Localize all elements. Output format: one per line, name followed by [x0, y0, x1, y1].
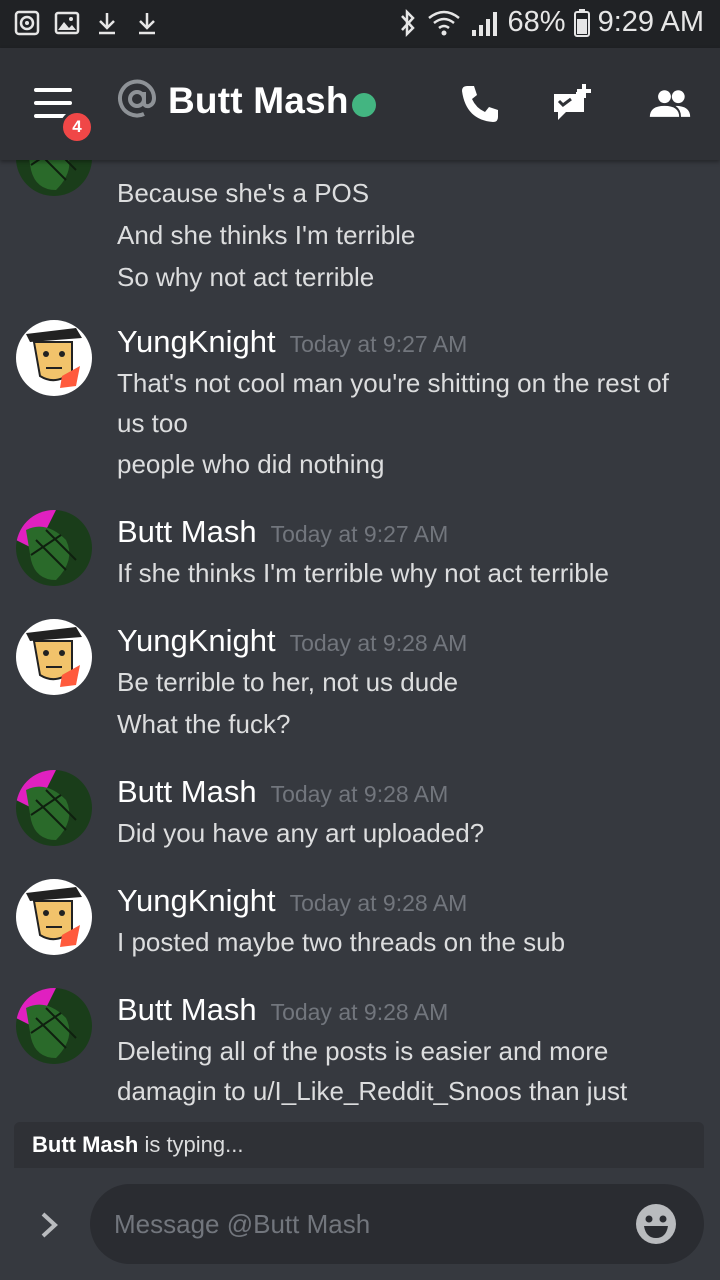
- typing-user: Butt Mash: [32, 1132, 139, 1157]
- message-timestamp: Today at 9:27 AM: [289, 331, 468, 357]
- message-input-container[interactable]: [90, 1184, 704, 1264]
- message-timestamp: Today at 9:28 AM: [270, 999, 449, 1025]
- yungknight-avatar[interactable]: [16, 879, 92, 955]
- signal-icon: [471, 11, 497, 36]
- message-author[interactable]: Butt Mash: [117, 774, 257, 810]
- emoji-icon[interactable]: [634, 1202, 678, 1246]
- message-author[interactable]: YungKnight: [117, 324, 276, 360]
- message-timestamp: Today at 9:28 AM: [289, 630, 468, 656]
- message-header: Butt Mash Today at 9:28 AM: [117, 774, 448, 810]
- status-right: 68% 9:29 AM: [398, 6, 704, 39]
- message-author[interactable]: Butt Mash: [117, 514, 257, 550]
- message-header: YungKnight Today at 9:28 AM: [117, 883, 467, 919]
- status-bar: 68% 9:29 AM: [0, 0, 720, 48]
- bluetooth-icon: [400, 8, 415, 37]
- yungknight-avatar[interactable]: [16, 320, 92, 396]
- message-line: us too: [117, 408, 188, 438]
- message-line: damagin to u/I_Like_Reddit_Snoos than ju…: [117, 1076, 628, 1106]
- message-author[interactable]: YungKnight: [117, 623, 276, 659]
- message-line: Deleting all of the posts is easier and …: [117, 1036, 609, 1066]
- message-timestamp: Today at 9:28 AM: [289, 890, 468, 916]
- battery-percent: 68%: [507, 6, 566, 38]
- online-status-dot: [352, 93, 376, 117]
- typing-indicator: Butt Mash is typing...: [14, 1122, 704, 1168]
- message-line: So why not act terrible: [117, 262, 375, 292]
- chevron-right-icon[interactable]: [38, 1210, 62, 1240]
- hamburger-bar: [34, 101, 72, 105]
- message-author[interactable]: YungKnight: [117, 883, 276, 919]
- message-line: That's not cool man you're shitting on t…: [117, 368, 669, 398]
- butt-mash-avatar[interactable]: [16, 988, 92, 1064]
- add-message-icon[interactable]: [550, 82, 594, 126]
- battery-icon: [573, 8, 590, 37]
- message-header: Butt Mash Today at 9:28 AM: [117, 992, 448, 1028]
- message-line: people who did nothing: [117, 449, 385, 479]
- message-header: YungKnight Today at 9:28 AM: [117, 623, 467, 659]
- message-timestamp: Today at 9:27 AM: [270, 521, 449, 547]
- message-timestamp: Today at 9:28 AM: [270, 781, 449, 807]
- channel-title: Butt Mash: [168, 80, 349, 121]
- butt-mash-avatar[interactable]: [16, 770, 92, 846]
- message-input[interactable]: [114, 1202, 614, 1246]
- message-list[interactable]: Because she's a POS And she thinks I'm t…: [0, 160, 720, 1120]
- yungknight-avatar[interactable]: [16, 619, 92, 695]
- at-icon: [118, 79, 157, 118]
- message-line: Because she's a POS: [117, 178, 370, 208]
- media-icon: [14, 10, 40, 36]
- download-icon: [139, 13, 155, 35]
- message-line: Be terrible to her, not us dude: [117, 667, 459, 697]
- gallery-icon: [54, 11, 80, 35]
- notification-badge: 4: [60, 110, 94, 144]
- message-line: If she thinks I'm terrible why not act t…: [117, 558, 609, 588]
- message-line: What the fuck?: [117, 709, 291, 739]
- message-line: And she thinks I'm terrible: [117, 220, 416, 250]
- download-icon: [99, 13, 115, 35]
- message-line: I posted maybe two threads on the sub: [117, 927, 566, 957]
- typing-text: is typing...: [138, 1132, 244, 1157]
- message-composer: [0, 1168, 720, 1280]
- message-line: Did you have any art uploaded?: [117, 818, 485, 848]
- status-left-icons: [14, 10, 160, 36]
- clock: 9:29 AM: [597, 6, 704, 38]
- channel-header: 4 Butt Mash: [0, 48, 720, 160]
- members-icon[interactable]: [648, 82, 692, 126]
- wifi-icon: [427, 10, 460, 35]
- hamburger-icon: [34, 88, 72, 92]
- message-author[interactable]: Butt Mash: [117, 992, 257, 1028]
- butt-mash-avatar[interactable]: [16, 160, 92, 196]
- message-header: Butt Mash Today at 9:27 AM: [117, 514, 448, 550]
- butt-mash-avatar[interactable]: [16, 510, 92, 586]
- phone-icon[interactable]: [458, 82, 502, 126]
- message-header: YungKnight Today at 9:27 AM: [117, 324, 467, 360]
